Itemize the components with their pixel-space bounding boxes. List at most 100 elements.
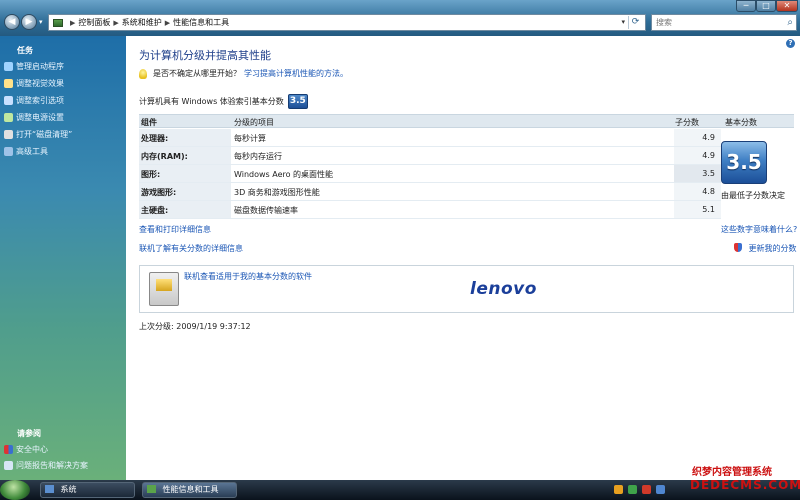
row-subscore: 4.9 xyxy=(674,147,721,164)
chevron-right-icon[interactable]: ▶ xyxy=(70,19,75,27)
taskbar-item-performance[interactable]: 性能信息和工具 xyxy=(142,482,237,498)
software-box-icon xyxy=(149,272,179,306)
maximize-button[interactable]: □ xyxy=(756,0,776,12)
base-score-badge: 3.5 xyxy=(287,94,308,109)
shield-icon xyxy=(4,445,13,454)
row-subscore: 5.1 xyxy=(674,201,721,218)
base-score-label: 计算机具有 Windows 体验索引基本分数 xyxy=(139,97,284,106)
lenovo-logo: lenovo xyxy=(470,279,537,299)
row-component: 内存(RAM): xyxy=(139,147,231,164)
sidebar-item-indexing-options[interactable]: 调整索引选项 xyxy=(4,95,64,106)
lightbulb-icon xyxy=(139,68,147,79)
chevron-right-icon[interactable]: ▶ xyxy=(113,19,118,27)
last-rated-timestamp: 上次分级: 2009/1/19 9:37:12 xyxy=(139,322,251,331)
tray-icon[interactable] xyxy=(614,485,623,494)
breadcrumb-control-panel[interactable]: 控制面板 xyxy=(78,17,110,28)
row-item: Windows Aero 的桌面性能 xyxy=(234,170,334,179)
address-bar[interactable]: ▶ 控制面板 ▶ 系统和维护 ▶ 性能信息和工具 ▾ ⟳ xyxy=(48,14,646,31)
task-sidebar: 任务 管理启动程序 调整视觉效果 调整索引选项 调整电源设置 打开“磁盘清理” … xyxy=(0,36,126,480)
row-item: 磁盘数据传输速率 xyxy=(234,206,298,215)
system-window-icon xyxy=(45,485,54,493)
row-subscore: 4.8 xyxy=(674,183,721,200)
breadcrumb-system-maintenance[interactable]: 系统和维护 xyxy=(122,17,162,28)
refresh-icon[interactable]: ⟳ xyxy=(628,16,642,29)
sidebar-item-startup-programs[interactable]: 管理启动程序 xyxy=(4,61,64,72)
tools-icon xyxy=(4,147,13,156)
visual-effects-icon xyxy=(4,79,13,88)
indexing-icon xyxy=(4,96,13,105)
row-item: 3D 商务和游戏图形性能 xyxy=(234,188,320,197)
online-score-details-link[interactable]: 联机了解有关分数的详细信息 xyxy=(139,243,243,254)
power-icon xyxy=(4,113,13,122)
table-row: 主硬盘: 磁盘数据传输速率 5.1 xyxy=(139,201,721,219)
search-placeholder: 搜索 xyxy=(656,18,672,27)
search-icon[interactable]: ⌕ xyxy=(787,15,793,30)
sidebar-item-security-center[interactable]: 安全中心 xyxy=(4,444,48,455)
row-component: 图形: xyxy=(139,165,231,182)
main-content: ? 为计算机分级并提高其性能 是否不确定从哪里开始？ 学习提高计算机性能的方法。… xyxy=(126,36,800,480)
what-numbers-mean-link[interactable]: 这些数字意味着什么? xyxy=(721,224,797,235)
search-input[interactable]: 搜索 ⌕ xyxy=(651,14,797,31)
tray-icon[interactable] xyxy=(628,485,637,494)
row-item: 每秒计算 xyxy=(234,134,266,143)
address-dropdown-icon[interactable]: ▾ xyxy=(621,18,625,26)
row-subscore: 3.5 xyxy=(674,165,721,182)
table-row: 处理器: 每秒计算 4.9 xyxy=(139,129,721,147)
sidebar-item-power-settings[interactable]: 调整电源设置 xyxy=(4,112,64,123)
close-button[interactable]: ✕ xyxy=(776,0,798,12)
sidebar-item-disk-cleanup[interactable]: 打开“磁盘清理” xyxy=(4,129,72,140)
sidebar-item-visual-effects[interactable]: 调整视觉效果 xyxy=(4,78,64,89)
performance-window-icon xyxy=(147,485,156,493)
table-row: 内存(RAM): 每秒内存运行 4.9 xyxy=(139,147,721,165)
watermark-url: DEDECMS.COM xyxy=(690,478,800,492)
table-row: 图形: Windows Aero 的桌面性能 3.5 xyxy=(139,165,721,183)
column-header-component: 组件 xyxy=(141,118,157,127)
chevron-right-icon[interactable]: ▶ xyxy=(165,19,170,27)
minimize-button[interactable]: ─ xyxy=(736,0,756,12)
column-header-item: 分级的项目 xyxy=(234,118,274,127)
software-panel: 联机查看适用于我的基本分数的软件 lenovo xyxy=(139,265,794,313)
problem-report-icon xyxy=(4,461,13,470)
page-title: 为计算机分级并提高其性能 xyxy=(139,49,271,62)
update-score-link[interactable]: 更新我的分数 xyxy=(734,243,797,254)
score-caption: 由最低子分数决定 xyxy=(721,191,785,200)
hint-row: 是否不确定从哪里开始？ 学习提高计算机性能的方法。 xyxy=(139,68,348,79)
taskbar: 系统 性能信息和工具 xyxy=(0,480,800,500)
help-icon[interactable]: ? xyxy=(786,39,795,48)
watermark-text: 织梦内容管理系统 xyxy=(690,463,774,478)
recent-pages-dropdown-icon[interactable]: ▾ xyxy=(39,18,43,26)
table-header: 组件 分级的项目 子分数 xyxy=(139,114,721,128)
column-header-base-score: 基本分数 xyxy=(725,118,757,127)
hint-text: 是否不确定从哪里开始？ xyxy=(153,69,241,78)
row-subscore: 4.9 xyxy=(674,129,721,146)
back-button[interactable]: ◀ xyxy=(4,14,20,30)
view-print-details-link[interactable]: 查看和打印详细信息 xyxy=(139,224,211,235)
learn-performance-link[interactable]: 学习提高计算机性能的方法。 xyxy=(244,68,348,79)
sidebar-item-problem-reports[interactable]: 问题报告和解决方案 xyxy=(4,460,88,471)
sidebar-item-advanced-tools[interactable]: 高级工具 xyxy=(4,146,48,157)
column-header-subscore: 子分数 xyxy=(675,118,699,127)
row-item: 每秒内存运行 xyxy=(234,152,282,161)
start-button[interactable] xyxy=(0,480,30,500)
big-score-badge: 3.5 xyxy=(721,141,767,184)
row-component: 处理器: xyxy=(139,129,231,146)
row-component: 游戏图形: xyxy=(139,183,231,200)
base-score-panel: 3.5 由最低子分数决定 xyxy=(721,128,794,218)
row-component: 主硬盘: xyxy=(139,201,231,218)
disk-cleanup-icon xyxy=(4,130,13,139)
tasks-heading: 任务 xyxy=(17,46,33,55)
shield-icon xyxy=(734,243,742,252)
breadcrumb-performance-tools[interactable]: 性能信息和工具 xyxy=(173,17,229,28)
base-score-row: 计算机具有 Windows 体验索引基本分数 3.5 xyxy=(139,94,308,109)
window-top-bar: ─ □ ✕ ◀ ▶ ▾ ▶ 控制面板 ▶ 系统和维护 ▶ 性能信息和工具 ▾ ⟳… xyxy=(0,0,800,36)
table-row: 游戏图形: 3D 商务和游戏图形性能 4.8 xyxy=(139,183,721,201)
tray-icon[interactable] xyxy=(656,485,665,494)
control-panel-icon xyxy=(53,18,63,27)
taskbar-item-system[interactable]: 系统 xyxy=(40,482,135,498)
view-software-link[interactable]: 联机查看适用于我的基本分数的软件 xyxy=(184,271,312,282)
program-icon xyxy=(4,62,13,71)
see-also-heading: 请参阅 xyxy=(17,429,41,438)
forward-button[interactable]: ▶ xyxy=(21,14,37,30)
table-header-base: 基本分数 xyxy=(721,114,794,128)
tray-icon[interactable] xyxy=(642,485,651,494)
